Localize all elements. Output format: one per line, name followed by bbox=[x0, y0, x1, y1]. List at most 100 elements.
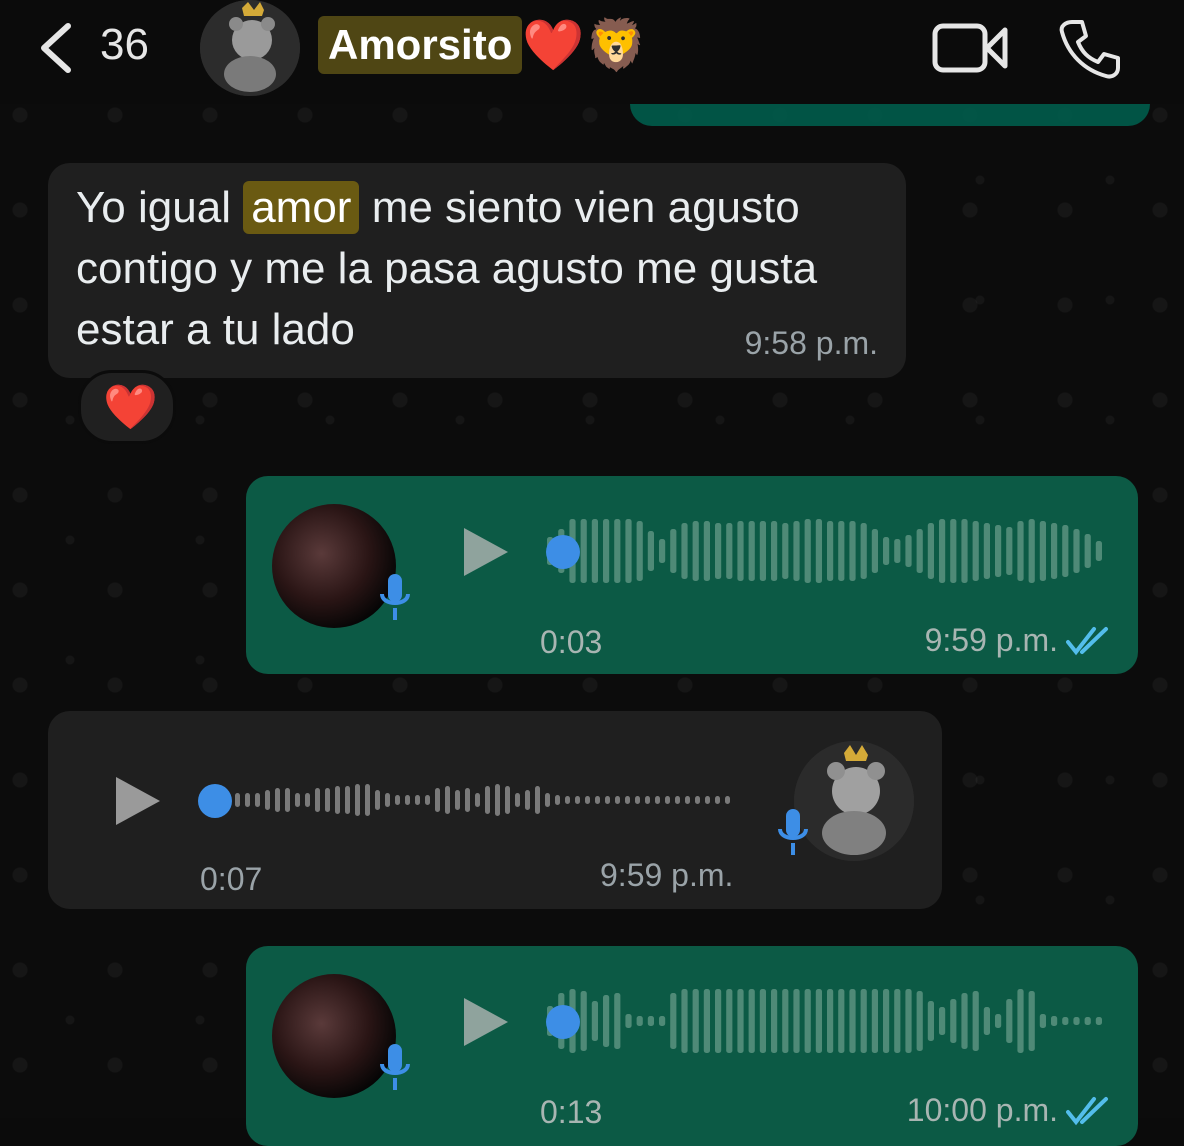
incoming-text-message[interactable]: Yo igual amor me siento vien agusto cont… bbox=[48, 163, 906, 378]
playback-position[interactable] bbox=[546, 1005, 580, 1039]
microphone-icon bbox=[380, 1044, 410, 1090]
waveform-bar bbox=[793, 521, 800, 581]
waveform-bar bbox=[535, 786, 540, 814]
waveform-bar bbox=[961, 993, 968, 1049]
waveform-bar bbox=[1051, 523, 1058, 579]
waveform-bar bbox=[580, 519, 587, 583]
playback-position[interactable] bbox=[546, 535, 580, 569]
waveform-bar bbox=[636, 521, 643, 581]
waveform-bar bbox=[625, 796, 630, 804]
double-check-icon bbox=[1066, 627, 1108, 656]
waveform-bar bbox=[375, 790, 380, 810]
waveform-bar bbox=[883, 989, 890, 1053]
reaction-badge[interactable]: ❤️ bbox=[78, 370, 176, 444]
waveform-bar bbox=[715, 989, 722, 1053]
waveform-bar bbox=[595, 796, 600, 804]
waveform-bar bbox=[645, 796, 650, 804]
waveform-bar bbox=[575, 796, 580, 804]
waveform-bar bbox=[771, 521, 778, 581]
waveform-bar bbox=[603, 519, 610, 583]
waveform-bar bbox=[1017, 521, 1024, 581]
waveform-bar bbox=[335, 786, 340, 814]
waveform-bar bbox=[685, 796, 690, 804]
waveform-bar bbox=[1017, 989, 1024, 1053]
waveform-bar bbox=[1039, 521, 1046, 581]
waveform-bar bbox=[737, 989, 744, 1053]
waveform-bar bbox=[815, 989, 822, 1053]
microphone-icon bbox=[778, 809, 808, 855]
waveform-bar bbox=[860, 523, 867, 579]
incoming-voice-message[interactable]: 0:07 9:59 p.m. bbox=[48, 711, 942, 909]
waveform-bar bbox=[625, 519, 632, 583]
waveform-bar bbox=[565, 796, 570, 804]
waveform-bar bbox=[983, 523, 990, 579]
waveform-bar bbox=[838, 989, 845, 1053]
waveform-bar bbox=[245, 793, 250, 807]
waveform-bar bbox=[916, 991, 923, 1051]
waveform-bar bbox=[647, 531, 654, 571]
waveform-bar bbox=[670, 529, 677, 573]
waveform-bar bbox=[435, 788, 440, 812]
outgoing-voice-message[interactable]: 0:03 9:59 p.m. bbox=[246, 476, 1138, 674]
waveform-bar bbox=[555, 795, 560, 805]
waveform-bar bbox=[1006, 999, 1013, 1043]
waveform-bar bbox=[515, 793, 520, 807]
waveform-bar bbox=[295, 793, 300, 807]
playback-position[interactable] bbox=[198, 784, 232, 818]
waveform-bar bbox=[995, 525, 1002, 577]
waveform-bar bbox=[715, 796, 720, 804]
play-icon[interactable] bbox=[462, 526, 510, 578]
waveform-bar bbox=[603, 995, 610, 1047]
waveform-bar bbox=[1084, 534, 1091, 568]
message-time: 9:59 p.m. bbox=[924, 622, 1058, 658]
waveform-bar bbox=[495, 784, 500, 816]
waveform-bar bbox=[737, 521, 744, 581]
contact-name[interactable]: Amorsito bbox=[318, 16, 523, 74]
outgoing-voice-message[interactable]: 0:13 10:00 p.m. bbox=[246, 946, 1138, 1146]
waveform-bar bbox=[675, 796, 680, 804]
waveform-bar bbox=[715, 523, 722, 579]
message-text-part: Yo igual bbox=[76, 183, 231, 232]
waveform-bar bbox=[475, 793, 480, 807]
back-chevron-icon[interactable] bbox=[36, 22, 76, 74]
waveform-bar bbox=[1051, 1016, 1058, 1026]
waveform-bar bbox=[838, 521, 845, 581]
waveform-bar bbox=[305, 793, 310, 807]
waveform-bar bbox=[455, 790, 460, 810]
waveform-bar bbox=[345, 786, 350, 814]
voice-duration: 0:13 bbox=[540, 1094, 603, 1130]
contact-avatar bbox=[794, 741, 914, 861]
video-call-icon[interactable] bbox=[932, 22, 1008, 74]
waveform-bar bbox=[725, 796, 730, 804]
waveform[interactable] bbox=[234, 765, 734, 835]
microphone-icon bbox=[380, 574, 410, 620]
waveform-bar bbox=[995, 1014, 1002, 1028]
play-icon[interactable] bbox=[462, 996, 510, 1048]
waveform[interactable] bbox=[546, 516, 1106, 586]
waveform-bar bbox=[405, 795, 410, 805]
play-icon[interactable] bbox=[114, 775, 162, 827]
waveform-bar bbox=[255, 793, 260, 807]
waveform-bar bbox=[1084, 1017, 1091, 1025]
unread-count[interactable]: 36 bbox=[100, 20, 149, 70]
chat-header: 36 Amorsito ❤️ 🦁 bbox=[0, 0, 1184, 104]
message-time: 10:00 p.m. bbox=[906, 1092, 1058, 1128]
waveform-bar bbox=[894, 539, 901, 563]
waveform-bar bbox=[545, 793, 550, 807]
waveform-bar bbox=[894, 989, 901, 1053]
waveform-bar bbox=[1028, 519, 1035, 583]
waveform-bar bbox=[585, 796, 590, 804]
waveform-bar bbox=[605, 796, 610, 804]
phone-call-icon[interactable] bbox=[1058, 18, 1120, 80]
waveform-bar bbox=[827, 521, 834, 581]
waveform-bar bbox=[804, 989, 811, 1053]
waveform-bar bbox=[905, 535, 912, 567]
waveform-bar bbox=[1006, 527, 1013, 575]
waveform-bar bbox=[285, 788, 290, 812]
waveform[interactable] bbox=[546, 986, 1106, 1056]
contact-avatar[interactable] bbox=[200, 0, 300, 96]
waveform-bar bbox=[525, 790, 530, 810]
waveform-bar bbox=[815, 519, 822, 583]
waveform-bar bbox=[705, 796, 710, 804]
waveform-bar bbox=[860, 989, 867, 1053]
